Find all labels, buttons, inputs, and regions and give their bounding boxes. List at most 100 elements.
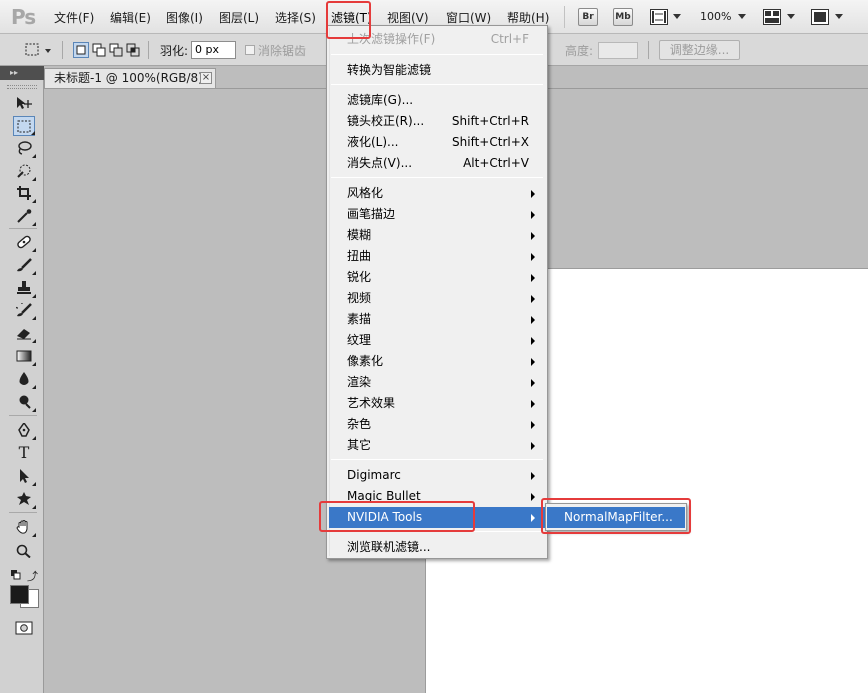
submenu-arrow-icon [531,400,535,408]
zoom-level[interactable]: 100% [700,10,731,23]
flyout-indicator [32,316,36,320]
menu-image[interactable]: 图像(I) [166,9,203,26]
close-icon[interactable]: × [200,72,212,84]
flyout-indicator [32,199,36,203]
document-tab[interactable]: 未标题-1 @ 100%(RGB/8) × [44,68,216,88]
quick-selection-tool-icon[interactable] [13,161,36,181]
menu-item-label: 视频 [347,291,372,305]
menu-item-filter-gallery[interactable]: 滤镜库(G)... [329,90,545,111]
flyout-indicator [32,271,36,275]
flyout-indicator [32,248,36,252]
dodge-tool-icon[interactable] [13,392,36,412]
history-brush-tool-icon[interactable] [13,299,36,320]
height-input[interactable] [598,42,638,59]
menu-item-pixelate[interactable]: 像素化 [329,351,545,372]
menu-item-noise[interactable]: 杂色 [329,414,545,435]
type-tool-icon[interactable]: T [13,443,35,463]
blur-tool-icon[interactable] [13,369,36,389]
options-divider [62,41,63,59]
hand-tool-icon[interactable] [13,517,36,537]
menu-item-blur[interactable]: 模糊 [329,225,545,246]
lasso-tool-icon[interactable] [13,138,36,158]
menu-item-texture[interactable]: 纹理 [329,330,545,351]
menu-divider [331,459,543,460]
refine-edge-button[interactable]: 调整边缘... [659,40,740,60]
marquee-preset-icon[interactable] [25,43,39,57]
eraser-tool-icon[interactable] [13,323,36,343]
submenu-arrow-icon [531,514,535,522]
mini-bridge-button[interactable]: Mb [613,8,633,26]
antialias-checkbox[interactable] [245,45,255,55]
menu-item-label: 艺术效果 [347,396,396,410]
options-divider [148,41,149,59]
menu-item-browse-filters-online[interactable]: 浏览联机滤镜... [329,537,545,558]
antialias-label: 消除锯齿 [258,44,307,58]
menu-item-distort[interactable]: 扭曲 [329,246,545,267]
menu-item-video[interactable]: 视频 [329,288,545,309]
menu-view[interactable]: 视图(V) [387,9,429,26]
intersect-selection-icon[interactable] [126,43,140,57]
chevron-down-icon[interactable] [45,49,51,53]
menu-item-artistic[interactable]: 艺术效果 [329,393,545,414]
chevron-down-icon[interactable] [738,14,746,19]
photoshop-logo: Ps [11,5,36,29]
clone-stamp-tool-icon[interactable] [13,278,36,298]
menu-file[interactable]: 文件(F) [54,9,94,26]
menu-item-label: 滤镜库(G)... [347,93,414,107]
flyout-indicator [32,177,36,181]
menu-item-sketch[interactable]: 素描 [329,309,545,330]
spot-healing-tool-icon[interactable] [13,232,36,252]
crop-tool-icon[interactable] [13,183,36,203]
menu-layer[interactable]: 图层(L) [219,9,259,26]
bridge-button[interactable]: Br [578,8,598,26]
tools-panel-grip[interactable] [7,85,37,89]
menu-divider [331,84,543,85]
gradient-tool-icon[interactable] [13,346,36,366]
menu-item-digimarc[interactable]: Digimarc [329,465,545,486]
swap-colors-icon[interactable]: ⤴ [27,568,38,584]
menu-item-lens-correction[interactable]: 镜头校正(R)... Shift+Ctrl+R [329,111,545,132]
path-selection-tool-icon[interactable] [13,466,36,486]
arrange-documents-icon[interactable] [763,9,781,28]
zoom-tool-icon[interactable] [13,541,35,561]
document-tab-title: 未标题-1 @ 100%(RGB/8) [54,71,203,85]
add-to-selection-icon[interactable] [92,43,106,57]
feather-input[interactable]: 0 px [191,41,236,59]
menu-window[interactable]: 窗口(W) [446,9,491,26]
chevron-down-icon[interactable] [787,14,795,19]
menu-item-label: 扭曲 [347,249,372,263]
menu-item-brush-strokes[interactable]: 画笔描边 [329,204,545,225]
rectangular-marquee-tool-icon[interactable] [13,116,35,136]
submenu-arrow-icon [531,358,535,366]
screen-mode-icon[interactable] [811,9,829,28]
menu-item-render[interactable]: 渲染 [329,372,545,393]
menu-edit[interactable]: 编辑(E) [110,9,151,26]
foreground-color-swatch[interactable] [10,585,29,604]
chevron-down-icon[interactable] [835,14,843,19]
menu-item-vanishing-point[interactable]: 消失点(V)... Alt+Ctrl+V [329,153,545,174]
quick-mask-icon[interactable] [13,618,35,638]
custom-shape-tool-icon[interactable] [13,489,36,509]
menu-item-stylize[interactable]: 风格化 [329,183,545,204]
subtract-from-selection-icon[interactable] [109,43,123,57]
chevron-down-icon[interactable] [673,14,681,19]
view-extras-icon[interactable] [650,9,668,28]
tools-panel-header[interactable]: ▸▸ [0,66,44,80]
submenu-arrow-icon [531,493,535,501]
pen-tool-icon[interactable] [13,420,36,440]
move-tool-icon[interactable] [13,93,35,113]
menu-item-other[interactable]: 其它 [329,435,545,456]
submenu-arrow-icon [531,190,535,198]
new-selection-icon[interactable] [73,42,89,58]
menu-item-label: 液化(L)... [347,135,399,149]
submenu-arrow-icon [531,379,535,387]
brush-tool-icon[interactable] [13,255,36,275]
default-colors-icon[interactable] [11,569,21,583]
menu-item-liquify[interactable]: 液化(L)... Shift+Ctrl+X [329,132,545,153]
menu-item-sharpen[interactable]: 锐化 [329,267,545,288]
menu-item-shortcut: Shift+Ctrl+X [452,135,529,149]
eyedropper-tool-icon[interactable] [13,206,36,226]
menu-help[interactable]: 帮助(H) [507,9,549,26]
menu-item-convert-smart-filter[interactable]: 转换为智能滤镜 [329,60,545,81]
menu-select[interactable]: 选择(S) [275,9,316,26]
